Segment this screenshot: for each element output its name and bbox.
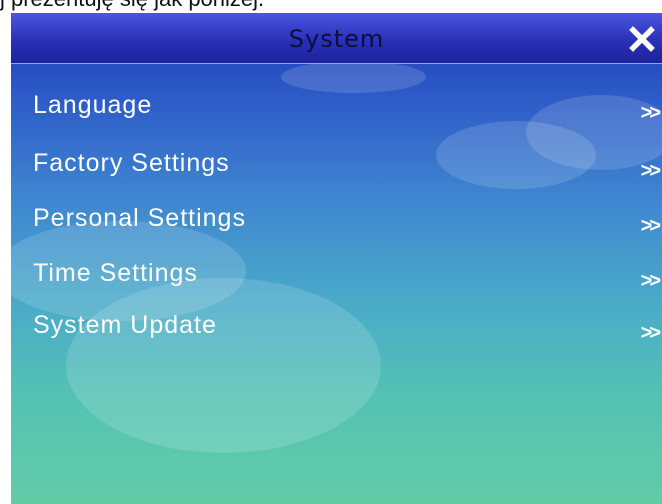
double-chevron-right-icon: >> xyxy=(640,270,661,292)
menu-item-time-settings[interactable]: Time Settings >> xyxy=(11,251,662,295)
menu-item-label: Time Settings xyxy=(33,259,198,287)
menu-item-language[interactable]: Language >> xyxy=(11,83,662,127)
menu-item-personal-settings[interactable]: Personal Settings >> xyxy=(11,196,662,240)
system-settings-screen: System Language >> Factory Settings >> P… xyxy=(11,13,662,504)
settings-menu: Language >> Factory Settings >> Personal… xyxy=(11,13,662,504)
page-caption: j prezentuję się jak poniżej. xyxy=(0,0,264,11)
double-chevron-right-icon: >> xyxy=(640,160,661,182)
double-chevron-right-icon: >> xyxy=(640,322,661,344)
double-chevron-right-icon: >> xyxy=(640,215,661,237)
double-chevron-right-icon: >> xyxy=(640,102,661,124)
menu-item-label: Personal Settings xyxy=(33,204,246,232)
menu-item-label: Factory Settings xyxy=(33,149,230,177)
screenshot-root: j prezentuję się jak poniżej. System Lan… xyxy=(0,0,662,504)
menu-item-label: Language xyxy=(33,91,153,119)
menu-item-label: System Update xyxy=(33,311,217,339)
menu-item-system-update[interactable]: System Update >> xyxy=(11,303,662,347)
menu-item-factory-settings[interactable]: Factory Settings >> xyxy=(11,141,662,185)
